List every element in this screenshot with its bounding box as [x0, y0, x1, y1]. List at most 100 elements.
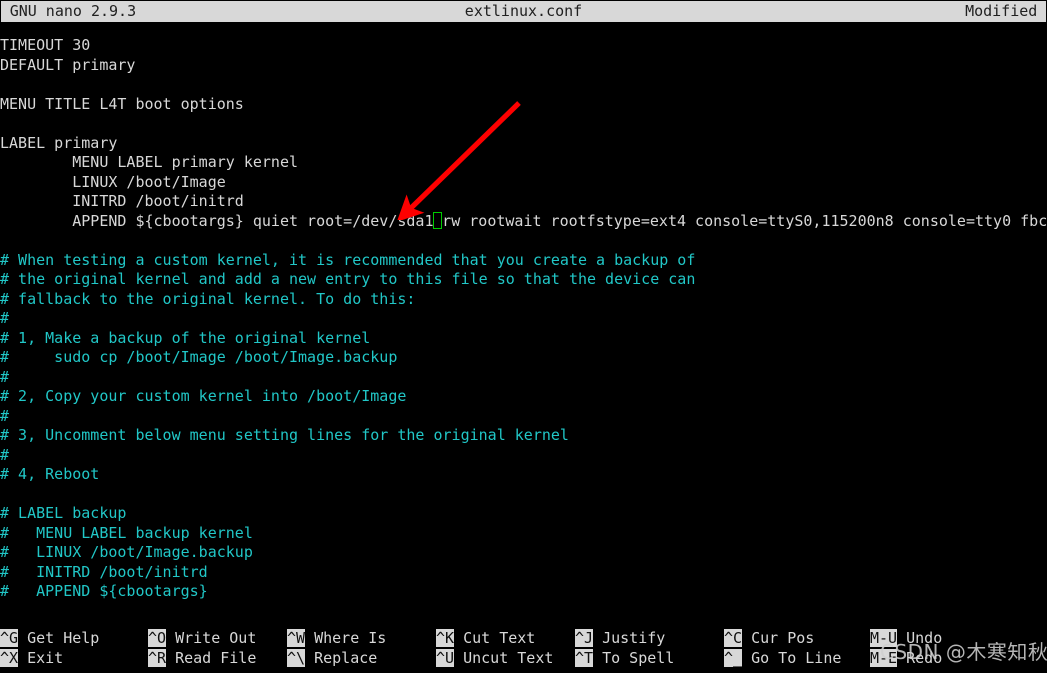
shortcut-label: Uncut Text — [463, 649, 554, 667]
editor-line-text: # sudo cp /boot/Image /boot/Image.backup — [0, 348, 398, 366]
editor-text-area[interactable]: TIMEOUT 30 DEFAULT primary MENU TITLE L4T … — [0, 36, 1047, 621]
shortcut-entry[interactable]: M-E Redo — [870, 648, 942, 668]
shortcut-entry[interactable]: ^\ Replace — [287, 648, 386, 668]
editor-line: # — [0, 309, 1047, 329]
editor-line: # — [0, 446, 1047, 466]
editor-line: # 3, Uncomment below menu setting lines … — [0, 426, 1047, 446]
editor-line-text: LABEL primary — [0, 133, 118, 152]
shortcut-label: Exit — [27, 649, 64, 667]
shortcut-spacer — [593, 629, 602, 647]
shortcut-spacer — [18, 649, 27, 667]
editor-line: INITRD /boot/initrd — [0, 192, 1047, 212]
shortcut-spacer — [305, 629, 314, 647]
shortcut-entry[interactable]: M-U Undo — [870, 628, 942, 648]
editor-line: # fallback to the original kernel. To do… — [0, 290, 1047, 310]
editor-line-text: # LINUX /boot/Image.backup — [0, 543, 253, 561]
editor-line: MENU LABEL primary kernel — [0, 153, 1047, 173]
editor-line-text: APPEND ${cbootargs} quiet root=/dev/sda1 — [0, 211, 434, 230]
shortcut-label: Where Is — [314, 629, 387, 647]
editor-line: # 1, Make a backup of the original kerne… — [0, 329, 1047, 349]
editor-line-text: INITRD /boot/initrd — [0, 192, 244, 210]
shortcut-key: ^G — [0, 629, 19, 647]
shortcut-column: ^O Write Out ^R Read File — [148, 628, 256, 668]
shortcut-label: Go To Line — [751, 649, 842, 667]
shortcut-entry[interactable]: ^T To Spell — [575, 648, 674, 668]
editor-line-text: TIMEOUT 30 — [0, 36, 91, 54]
editor-line: # 2, Copy your custom kernel into /boot/… — [0, 387, 1047, 407]
shortcut-spacer — [454, 629, 463, 647]
shortcut-entry[interactable]: ^G Get Help — [0, 628, 99, 648]
shortcut-key: ^U — [436, 649, 455, 667]
shortcut-key: M-U — [870, 629, 898, 647]
editor-line-text-after-cursor: rw rootwait rootfstype=ext4 console=ttyS… — [442, 211, 1047, 230]
editor-line: TIMEOUT 30 — [0, 36, 1047, 56]
shortcut-key: ^K — [436, 629, 455, 647]
shortcut-key: ^X — [0, 649, 19, 667]
shortcut-spacer — [742, 649, 751, 667]
editor-line-text: # 4, Reboot — [0, 465, 100, 483]
shortcut-entry[interactable]: ^C Cur Pos — [724, 628, 841, 648]
editor-line-text: MENU LABEL primary kernel — [0, 153, 299, 171]
shortcut-column: M-U Undo M-E Redo — [870, 628, 942, 668]
editor-line: LABEL primary — [0, 134, 1047, 154]
shortcut-bar: ^G Get Help ^X Exit ^O Write Out ^R Read Fi… — [0, 628, 1047, 673]
editor-line: LINUX /boot/Image — [0, 173, 1047, 193]
shortcut-column: ^K Cut Text ^U Uncut Text — [436, 628, 553, 668]
shortcut-key: ^W — [287, 629, 306, 647]
editor-line-text: MENU TITLE L4T boot options — [0, 94, 244, 113]
shortcut-label: Replace — [314, 649, 378, 667]
editor-line-text: # — [0, 367, 10, 386]
editor-line: # LABEL backup — [0, 504, 1047, 524]
shortcut-label: Cut Text — [463, 629, 536, 647]
editor-line-text: # — [0, 445, 10, 464]
editor-line-text: # fallback to the original kernel. To do… — [0, 289, 416, 308]
shortcut-spacer — [305, 649, 314, 667]
shortcut-entry[interactable]: ^W Where Is — [287, 628, 386, 648]
shortcut-entry[interactable]: ^U Uncut Text — [436, 648, 553, 668]
editor-line-text: # LABEL backup — [0, 504, 127, 522]
editor-line: MENU TITLE L4T boot options — [0, 95, 1047, 115]
shortcut-label: Get Help — [27, 629, 100, 647]
shortcut-key: ^O — [148, 629, 167, 647]
editor-line-text: DEFAULT primary — [0, 55, 136, 74]
editor-line: # the original kernel and add a new entr… — [0, 270, 1047, 290]
shortcut-label: Write Out — [175, 629, 257, 647]
shortcut-spacer — [166, 629, 175, 647]
shortcut-key: ^\ — [287, 649, 306, 667]
shortcut-entry[interactable]: ^X Exit — [0, 648, 99, 668]
editor-line: # APPEND ${cbootargs} — [0, 582, 1047, 602]
editor-line: # When testing a custom kernel, it is re… — [0, 251, 1047, 271]
shortcut-column: ^G Get Help ^X Exit — [0, 628, 99, 668]
editor-line-text: LINUX /boot/Image — [0, 172, 226, 191]
editor-line-text: # — [0, 309, 10, 327]
shortcut-label: Justify — [602, 629, 666, 647]
editor-line: # — [0, 368, 1047, 388]
shortcut-label: Cur Pos — [751, 629, 815, 647]
shortcut-entry[interactable]: ^J Justify — [575, 628, 674, 648]
editor-line-text: # MENU LABEL backup kernel — [0, 523, 253, 542]
shortcut-entry[interactable]: ^K Cut Text — [436, 628, 553, 648]
editor-line-text: # When testing a custom kernel, it is re… — [0, 250, 696, 269]
shortcut-spacer — [454, 649, 463, 667]
shortcut-label: To Spell — [602, 649, 675, 667]
shortcut-key: ^T — [575, 649, 594, 667]
editor-line: # MENU LABEL backup kernel — [0, 524, 1047, 544]
editor-line: # LINUX /boot/Image.backup — [0, 543, 1047, 563]
shortcut-key: ^J — [575, 629, 594, 647]
shortcut-spacer — [18, 629, 27, 647]
shortcut-label: Redo — [906, 649, 943, 667]
titlebar: GNU nano 2.9.3 extlinux.conf Modified — [1, 1, 1046, 22]
shortcut-spacer — [897, 629, 906, 647]
shortcut-entry[interactable]: ^_ Go To Line — [724, 648, 841, 668]
editor-line: DEFAULT primary — [0, 56, 1047, 76]
titlebar-filename: extlinux.conf — [464, 2, 583, 20]
shortcut-entry[interactable]: ^R Read File — [148, 648, 256, 668]
editor-line-text: # 2, Copy your custom kernel into /boot/… — [0, 387, 407, 405]
editor-line: APPEND ${cbootargs} quiet root=/dev/sda1… — [0, 211, 1047, 232]
shortcut-entry[interactable]: ^O Write Out — [148, 628, 256, 648]
editor-line: # — [0, 407, 1047, 427]
